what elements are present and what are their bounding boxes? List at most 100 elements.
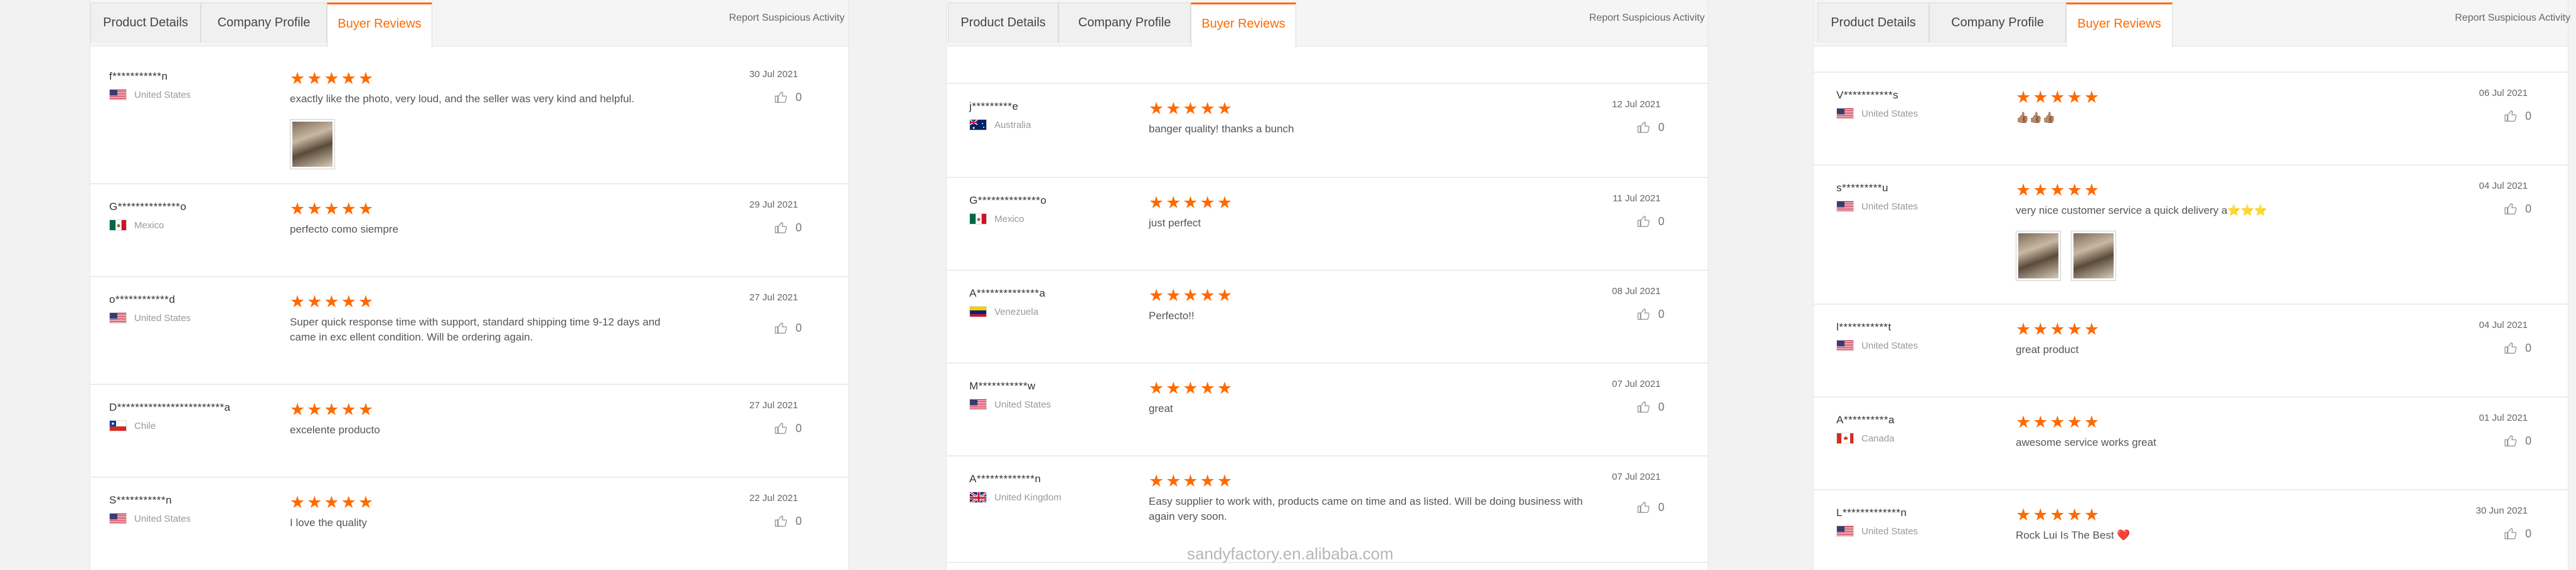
tab-buyer-reviews[interactable]: Buyer Reviews <box>327 3 432 47</box>
helpful-button[interactable]: 0 <box>2504 434 2531 448</box>
country-name: Chile <box>134 420 156 431</box>
review-item: A**************a Venezuela ★★★★★ Perfect… <box>947 271 1708 364</box>
helpful-count: 0 <box>796 90 802 103</box>
tab-company-profile[interactable]: Company Profile <box>201 3 327 43</box>
star-rating: ★★★★★ <box>290 493 376 512</box>
review-comment: Rock Lui Is The Best ❤️ <box>2016 529 2131 541</box>
review-item: G**************o Mexico ★★★★★ perfecto c… <box>90 184 848 277</box>
helpful-button[interactable]: 0 <box>1637 120 1664 134</box>
reviewer-name: f***********n <box>109 70 168 82</box>
review-list: f***********n United States ★★★★★ exactl… <box>90 54 848 570</box>
country-name: United States <box>134 513 191 524</box>
thumbs-up-icon <box>774 321 788 335</box>
helpful-button[interactable]: 0 <box>2504 527 2531 541</box>
review-date: 12 Jul 2021 <box>1612 99 1661 110</box>
tab-company-profile[interactable]: Company Profile <box>1929 3 2066 43</box>
country-name: United States <box>134 312 191 324</box>
helpful-button[interactable]: 0 <box>774 221 802 235</box>
review-comment: Super quick response time with support, … <box>290 316 661 343</box>
country-name: Mexico <box>994 213 1025 224</box>
previous-review-tail <box>947 54 1708 84</box>
helpful-count: 0 <box>1658 500 1665 514</box>
review-date: 04 Jul 2021 <box>2479 181 2528 191</box>
country-flag-icon <box>969 306 987 317</box>
thumbs-up-icon <box>2504 202 2518 216</box>
report-suspicious-activity-link[interactable]: Report Suspicious Activity <box>729 13 844 24</box>
thumbs-up-icon <box>2504 341 2518 355</box>
review-date: 27 Jul 2021 <box>749 292 798 303</box>
star-rating: ★★★★★ <box>290 69 376 88</box>
helpful-count: 0 <box>796 514 802 527</box>
tab-product-details[interactable]: Product Details <box>948 3 1058 43</box>
review-item: f***********n United States ★★★★★ exactl… <box>90 54 848 184</box>
country-name: United States <box>134 89 191 100</box>
tab-buyer-reviews[interactable]: Buyer Reviews <box>2066 3 2173 47</box>
review-item: D************************a Chile ★★★★★ e… <box>90 385 848 478</box>
reviewer-country: United States <box>109 312 191 324</box>
review-comment: just perfect <box>1149 217 1201 229</box>
helpful-button[interactable]: 0 <box>1637 400 1664 414</box>
review-comment: I love the quality <box>290 517 367 529</box>
reviewer-name: j*********e <box>969 100 1019 112</box>
reviewer-name: S***********n <box>109 494 173 506</box>
review-item: A**********a Canada ★★★★★ awesome servic… <box>1814 398 2568 490</box>
reviewer-name: D************************a <box>109 401 231 413</box>
review-date: 11 Jul 2021 <box>1612 193 1661 204</box>
helpful-button[interactable]: 0 <box>774 90 802 104</box>
tab-product-details[interactable]: Product Details <box>90 3 201 43</box>
review-photo-thumbnail[interactable] <box>2071 231 2116 281</box>
country-name: United States <box>1861 340 1919 351</box>
reviews-panel: Product Details Company Profile Buyer Revi… <box>946 0 1708 570</box>
reviewer-country: United States <box>109 89 191 100</box>
helpful-button[interactable]: 0 <box>774 514 802 528</box>
reviewer-country: Canada <box>1836 433 1895 444</box>
helpful-button[interactable]: 0 <box>774 321 802 335</box>
helpful-button[interactable]: 0 <box>1637 307 1664 321</box>
tab-company-profile[interactable]: Company Profile <box>1058 3 1191 43</box>
reviewer-country: United States <box>1836 340 1918 351</box>
review-date: 30 Jun 2021 <box>2476 505 2528 516</box>
tab-product-details[interactable]: Product Details <box>1818 3 1929 43</box>
helpful-count: 0 <box>1658 307 1665 320</box>
review-photo-thumbnail[interactable] <box>290 119 335 169</box>
reviewer-country: Chile <box>109 420 156 431</box>
helpful-button[interactable]: 0 <box>1637 500 1664 514</box>
review-date: 29 Jul 2021 <box>749 199 798 210</box>
helpful-button[interactable]: 0 <box>2504 202 2531 216</box>
reviews-panel: Product Details Company Profile Buyer Revi… <box>1813 0 2570 570</box>
helpful-button[interactable]: 0 <box>1637 214 1664 228</box>
review-photo-thumbnail[interactable] <box>2016 231 2061 281</box>
thumbs-up-icon <box>2504 527 2518 541</box>
review-photos <box>2016 231 2116 281</box>
country-flag-icon <box>1836 525 1854 537</box>
country-flag-icon <box>969 492 987 503</box>
review-date: 01 Jul 2021 <box>2479 413 2528 423</box>
review-list: V***********s United States ★★★★★ 👍🏽👍🏽👍🏽… <box>1814 54 2568 570</box>
helpful-button[interactable]: 0 <box>774 421 802 435</box>
reviewer-name: o************d <box>109 293 176 305</box>
country-flag-icon <box>969 119 987 130</box>
star-rating: ★★★★★ <box>1149 379 1235 398</box>
reviewer-name: l***********t <box>1836 321 1892 333</box>
helpful-button[interactable]: 0 <box>2504 109 2531 123</box>
review-date: 04 Jul 2021 <box>2479 320 2528 330</box>
country-name: Venezuela <box>994 306 1039 317</box>
review-item: s*********u United States ★★★★★ very nic… <box>1814 166 2568 305</box>
review-date: 08 Jul 2021 <box>1612 286 1661 297</box>
review-comment: Perfecto!! <box>1149 310 1195 322</box>
review-list: j*********e Australia ★★★★★ banger quali… <box>947 54 1708 570</box>
report-suspicious-activity-link[interactable]: Report Suspicious Activity <box>1589 13 1705 24</box>
report-suspicious-activity-link[interactable]: Report Suspicious Activity <box>2455 13 2570 24</box>
helpful-count: 0 <box>2525 341 2532 354</box>
review-comment: great product <box>2016 344 2079 356</box>
reviewer-country: Venezuela <box>969 306 1038 317</box>
helpful-button[interactable]: 0 <box>2504 341 2531 355</box>
review-comment: exactly like the photo, very loud, and t… <box>290 93 635 105</box>
star-rating: ★★★★★ <box>2016 320 2102 339</box>
helpful-count: 0 <box>2525 434 2532 447</box>
tab-buyer-reviews[interactable]: Buyer Reviews <box>1191 3 1296 47</box>
thumbs-up-icon <box>1637 120 1651 134</box>
previous-review-tail <box>1814 54 2568 73</box>
review-comment: banger quality! thanks a bunch <box>1149 123 1294 135</box>
reviewer-name: A**********a <box>1836 414 1895 426</box>
